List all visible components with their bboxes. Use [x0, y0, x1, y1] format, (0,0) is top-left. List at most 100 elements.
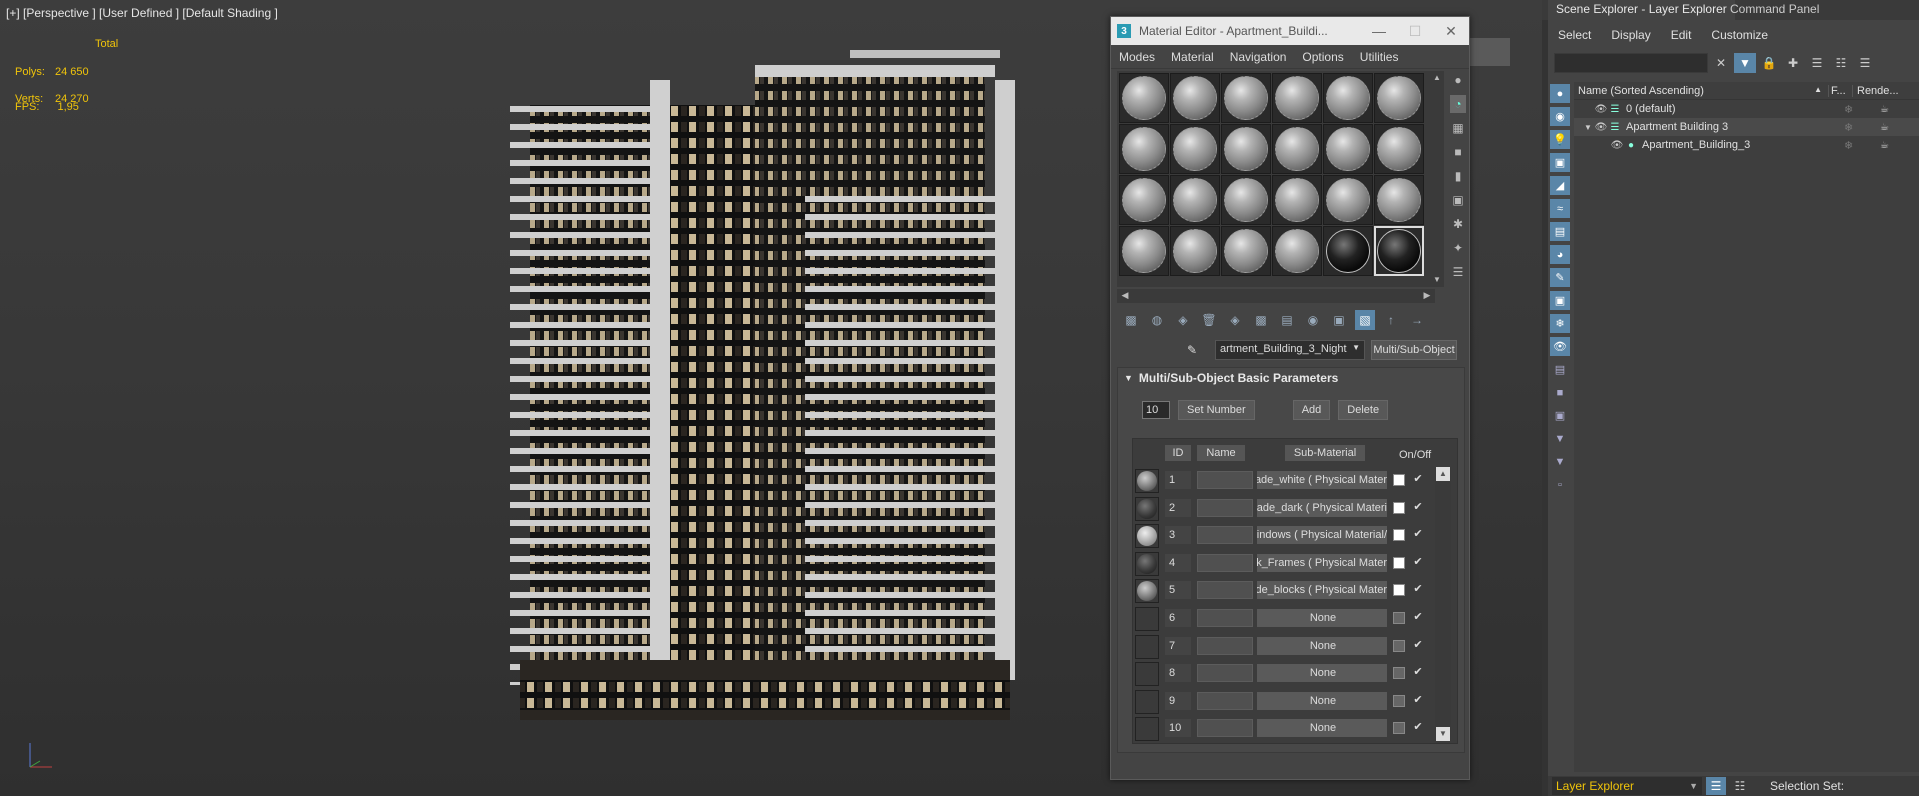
sub-material-color-swatch[interactable] — [1393, 501, 1405, 514]
menu-navigation[interactable]: Navigation — [1222, 50, 1295, 64]
on-off-checkbox[interactable]: ✔ — [1411, 638, 1425, 652]
material-slot[interactable] — [1119, 73, 1169, 123]
put-to-scene-icon[interactable]: ◍ — [1147, 310, 1167, 330]
on-off-checkbox[interactable]: ✔ — [1411, 582, 1425, 596]
display-groups-icon[interactable]: ▤ — [1550, 222, 1570, 241]
material-slot[interactable] — [1272, 175, 1322, 225]
sub-material-color-swatch[interactable] — [1393, 694, 1405, 707]
material-slot[interactable] — [1170, 73, 1220, 123]
sub-material-button[interactable]: None — [1257, 608, 1387, 627]
menu-edit[interactable]: Edit — [1661, 28, 1702, 42]
slots-vertical-scrollbar[interactable]: ▲ ▼ — [1430, 71, 1444, 287]
display-spacewarps-icon[interactable]: ≈ — [1550, 199, 1570, 218]
sub-material-name-input[interactable] — [1197, 526, 1253, 545]
material-slot[interactable] — [1221, 124, 1271, 174]
material-slot[interactable] — [1323, 175, 1373, 225]
on-off-checkbox[interactable]: ✔ — [1411, 555, 1425, 569]
sub-material-color-swatch[interactable] — [1393, 611, 1405, 624]
material-slot[interactable] — [1170, 124, 1220, 174]
maximize-icon[interactable]: ☐ — [1397, 23, 1433, 40]
add-to-layer-icon[interactable]: ☰ — [1806, 53, 1828, 73]
material-slot[interactable] — [1221, 73, 1271, 123]
sub-material-button[interactable]: None — [1257, 636, 1387, 655]
menu-utilities[interactable]: Utilities — [1352, 50, 1407, 64]
video-color-check-icon[interactable]: ▮ — [1450, 167, 1466, 185]
sub-material-button[interactable]: k_Frames ( Physical Mater — [1257, 553, 1387, 572]
display-containers-icon[interactable]: ▣ — [1550, 291, 1570, 310]
display-hidden-icon[interactable]: 👁 — [1550, 337, 1570, 356]
sub-material-color-swatch[interactable] — [1393, 639, 1405, 652]
tree-item[interactable]: 👁 ● Apartment_Building_3 ❄ ☕ — [1574, 136, 1919, 154]
on-off-checkbox[interactable]: ✔ — [1411, 472, 1425, 486]
add-button[interactable]: Add — [1292, 400, 1331, 420]
table-scrollbar[interactable]: ▲ ▼ — [1435, 467, 1451, 741]
scroll-left-icon[interactable]: ◀ — [1119, 290, 1131, 302]
display-bones-icon[interactable]: ✎ — [1550, 268, 1570, 287]
material-slot[interactable] — [1323, 124, 1373, 174]
go-forward-sibling-icon[interactable]: → — [1407, 310, 1427, 330]
show-end-result-icon[interactable]: ▧ — [1355, 310, 1375, 330]
display-lights-icon[interactable]: 💡 — [1550, 130, 1570, 149]
lock-icon[interactable]: 🔒 — [1758, 53, 1780, 73]
material-slot[interactable] — [1272, 73, 1322, 123]
eyedropper-icon[interactable]: ✎ — [1187, 343, 1207, 357]
material-slot[interactable] — [1374, 124, 1424, 174]
new-layer-icon[interactable]: ✚ — [1782, 53, 1804, 73]
make-copy-icon[interactable]: ◈ — [1225, 310, 1245, 330]
clear-search-icon[interactable]: ✕ — [1710, 53, 1732, 73]
material-slot[interactable] — [1119, 124, 1169, 174]
container-icon[interactable]: ▫ — [1550, 475, 1570, 494]
sub-material-button[interactable]: ade_white ( Physical Mater — [1257, 471, 1387, 489]
sub-material-name-input[interactable] — [1197, 664, 1253, 683]
sub-material-color-swatch[interactable] — [1393, 474, 1405, 486]
sub-material-thumbnail[interactable] — [1135, 662, 1159, 687]
hierarchy-toggle-icon[interactable]: ☷ — [1730, 777, 1750, 795]
menu-options[interactable]: Options — [1294, 50, 1351, 64]
material-slot[interactable] — [1374, 175, 1424, 225]
layers-icon[interactable]: ☰ — [1854, 53, 1876, 73]
sub-material-name-input[interactable] — [1197, 719, 1253, 738]
sub-material-button[interactable]: ade_dark ( Physical Materi — [1257, 498, 1387, 517]
renderable-teapot-icon[interactable]: ☕ — [1880, 140, 1889, 151]
display-helpers-icon[interactable]: ◢ — [1550, 176, 1570, 195]
material-slot[interactable] — [1170, 175, 1220, 225]
material-editor-titlebar[interactable]: 3 Material Editor - Apartment_Buildi... … — [1111, 17, 1469, 45]
col-name[interactable]: Name — [1197, 445, 1245, 461]
sub-material-thumbnail[interactable] — [1135, 606, 1159, 631]
sub-material-thumbnail[interactable] — [1135, 717, 1159, 742]
material-slot[interactable] — [1374, 73, 1424, 123]
col-renderable[interactable]: Rende... — [1852, 84, 1912, 97]
sub-material-button[interactable]: ade_blocks ( Physical Mater — [1257, 581, 1387, 600]
make-unique-icon[interactable]: ▩ — [1251, 310, 1271, 330]
renderable-teapot-icon[interactable]: ☕ — [1880, 104, 1889, 115]
viewport-label[interactable]: [+] [Perspective ] [User Defined ] [Defa… — [6, 6, 278, 20]
sub-material-thumbnail[interactable] — [1135, 634, 1159, 659]
col-id[interactable]: ID — [1165, 445, 1191, 461]
explorer-type-select[interactable]: Layer Explorer ▼ — [1552, 777, 1702, 795]
material-slot[interactable] — [1323, 226, 1373, 276]
slots-horizontal-scrollbar[interactable]: ◀ ▶ — [1117, 289, 1435, 303]
menu-select[interactable]: Select — [1548, 28, 1601, 42]
visibility-eye-icon[interactable]: 👁 — [1594, 122, 1608, 133]
material-slot[interactable] — [1170, 226, 1220, 276]
sub-material-color-swatch[interactable] — [1393, 529, 1405, 542]
sub-material-name-input[interactable] — [1197, 498, 1253, 517]
sub-material-button[interactable]: /indows ( Physical Material — [1257, 526, 1387, 545]
delete-button[interactable]: Delete — [1338, 400, 1389, 420]
reset-map-icon[interactable]: 🗑 — [1199, 310, 1219, 330]
show-shaded-map-icon[interactable]: ▣ — [1329, 310, 1349, 330]
material-navigator-icon[interactable]: ☰ — [1450, 263, 1466, 281]
material-slot[interactable] — [1119, 226, 1169, 276]
material-slot[interactable] — [1221, 226, 1271, 276]
sub-material-name-input[interactable] — [1197, 471, 1253, 489]
visibility-eye-icon[interactable]: 👁 — [1610, 140, 1624, 151]
go-to-parent-icon[interactable]: ↑ — [1381, 310, 1401, 330]
close-icon[interactable]: ✕ — [1433, 23, 1469, 40]
col-freeze[interactable]: F... — [1828, 84, 1852, 97]
display-cameras-icon[interactable]: ▣ — [1550, 153, 1570, 172]
sub-material-name-input[interactable] — [1197, 691, 1253, 710]
visibility-eye-icon[interactable]: 👁 — [1594, 104, 1608, 115]
material-name-field[interactable]: artment_Building_3_Night ▼ — [1215, 340, 1365, 360]
menu-display[interactable]: Display — [1601, 28, 1660, 42]
sub-material-color-swatch[interactable] — [1393, 584, 1405, 597]
